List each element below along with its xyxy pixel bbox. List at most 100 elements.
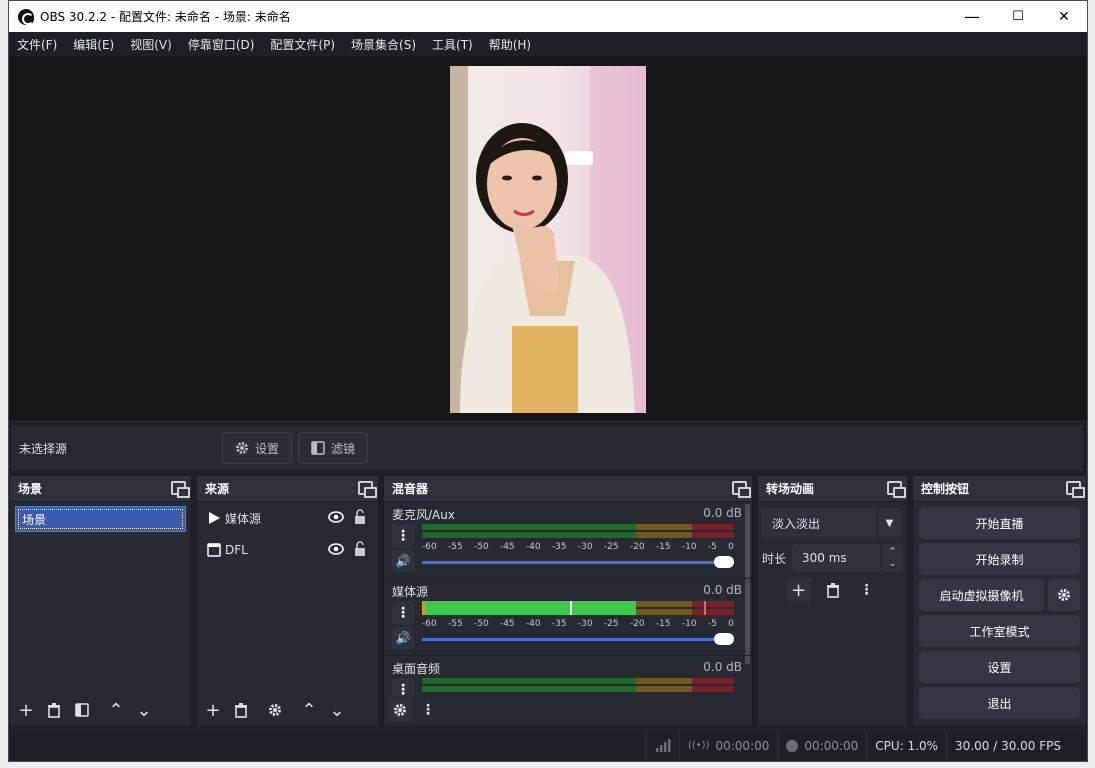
speaker-icon[interactable]: 🔊 [392,627,414,649]
transitions-title: 转场动画 [766,482,815,496]
menu-view[interactable]: 视图(V) [130,36,172,53]
menu-scene-collection[interactable]: 场景集合(S) [351,36,416,53]
add-source-icon[interactable]: + [201,698,225,722]
channel-menu-kebab-icon[interactable]: ⋮ [392,524,414,548]
visibility-eye-icon[interactable] [328,543,344,555]
meter-yellow-zone [635,609,692,615]
move-up-icon[interactable]: ⌃ [297,698,321,722]
menu-help[interactable]: 帮助(H) [489,36,531,53]
menu-docks[interactable]: 停靠窗口(D) [188,36,255,53]
menu-profile[interactable]: 配置文件(P) [270,36,335,53]
source-filters-button[interactable]: 滤镜 [298,432,369,464]
settings-button[interactable]: 设置 [919,651,1080,683]
visibility-eye-icon[interactable] [328,511,344,523]
meter-tick-label: -35 [551,542,567,552]
minimize-button[interactable]: — [949,1,995,32]
start-streaming-button[interactable]: 开始直播 [919,507,1080,539]
volume-meter [422,524,734,538]
channel-menu-kebab-icon[interactable]: ⋮ [392,601,414,625]
virtual-camera-gear-icon[interactable] [1048,579,1080,611]
meter-tick-label: -60 [422,542,437,552]
source-filters-label: 滤镜 [331,441,356,456]
add-transition-icon[interactable]: + [786,578,811,602]
undock-icon[interactable] [887,481,906,498]
source-name: 媒体源 [225,511,262,526]
trash-icon[interactable] [42,698,66,722]
meter-tick-label: -30 [577,542,593,552]
studio-mode-button[interactable]: 工作室模式 [919,615,1080,647]
preview-canvas[interactable] [450,66,646,413]
meter-yellow-zone [635,601,692,607]
meter-tick-label: -35 [551,619,567,629]
undock-icon[interactable] [1066,481,1085,498]
duration-spinbox[interactable]: 300 ms ⌃ ⌄ [792,544,903,572]
transition-selected-label: 淡入淡出 [772,516,821,531]
meter-yellow-zone [635,524,692,530]
channel-db: 0.0 dB [703,660,742,674]
undock-icon[interactable] [732,481,751,498]
source-toolbar: 未选择源 设置 滤镜 [11,426,1083,470]
lock-icon[interactable] [354,541,366,557]
broadcast-icon: ((•)) [687,740,710,751]
channel-name: 麦克风/Aux [392,508,455,522]
meter-tick-label: -15 [655,542,671,552]
maximize-button[interactable]: ☐ [995,1,1041,32]
scene-filter-icon[interactable] [70,698,94,722]
recording-status: 00:00:00 [777,729,866,761]
channel-menu-kebab-icon[interactable]: ⋮ [392,678,414,696]
scene-transitions-dock: 转场动画 淡入淡出 ▼ 时长 300 ms ⌃ ⌄ + ⋮ [757,475,908,727]
move-down-icon[interactable]: ⌄ [132,698,156,722]
menu-edit[interactable]: 编辑(E) [73,36,114,53]
source-settings-button[interactable]: 设置 [222,432,293,464]
move-down-icon[interactable]: ⌄ [325,698,349,722]
trash-icon[interactable] [821,578,845,602]
volume-meter [422,601,734,615]
volume-slider[interactable] [422,633,734,645]
meter-tick-label: -40 [525,542,541,552]
source-list-item[interactable]: DFL [197,534,378,566]
menu-tools[interactable]: 工具(T) [432,36,473,53]
gear-icon [236,442,248,454]
meter-tick-label: -50 [473,619,489,629]
mixer-menu-kebab-icon[interactable]: ⋮ [416,698,440,722]
channel-name: 桌面音频 [392,662,441,676]
undock-icon[interactable] [358,481,377,498]
meter-tick-label: -30 [577,619,593,629]
speaker-icon[interactable]: 🔊 [392,550,414,572]
exit-button[interactable]: 退出 [919,687,1080,719]
start-recording-button[interactable]: 开始录制 [919,543,1080,575]
transition-menu-kebab-icon[interactable]: ⋮ [855,578,879,602]
trash-icon[interactable] [229,698,253,722]
transition-select[interactable]: 淡入淡出 ▼ [762,508,901,538]
source-properties-gear-icon[interactable] [263,698,287,722]
scene-list-item[interactable]: 场景 [15,506,186,532]
fps-readout: 30.00 / 30.00 FPS [946,729,1087,761]
volume-slider-knob[interactable] [714,633,734,645]
meter-tick-label: -50 [473,542,489,552]
meter-red-zone [691,678,734,684]
add-scene-icon[interactable]: + [14,698,38,722]
source-name: DFL [225,543,248,557]
preview-video-frame [450,66,646,413]
close-button[interactable]: ✕ [1041,1,1087,32]
duration-stepper[interactable]: ⌃ ⌄ [881,544,903,572]
volume-slider-knob[interactable] [714,556,734,568]
meter-tick-label: -15 [655,619,671,629]
network-signal-icon [645,729,679,761]
menu-file[interactable]: 文件(F) [17,36,57,53]
move-up-icon[interactable]: ⌃ [104,698,128,722]
start-virtual-camera-button[interactable]: 启动虚拟摄像机 [919,579,1044,611]
stepper-down-icon[interactable]: ⌄ [889,558,897,570]
stepper-up-icon[interactable]: ⌃ [889,546,897,558]
filter-icon [311,441,325,455]
window-icon [207,543,221,557]
meter-red-zone [691,601,734,607]
volume-slider[interactable] [422,556,734,568]
channel-name: 媒体源 [392,585,429,599]
mixer-settings-gear-icon[interactable] [388,698,412,722]
source-list-item[interactable]: 媒体源 [197,502,378,534]
mixer-channel-strip: 桌面音频 0.0 dB ⋮ -60-55-50-45-40-35-30-25-2… [384,656,752,696]
lock-icon[interactable] [354,509,366,525]
preview-area[interactable] [9,56,1087,422]
undock-icon[interactable] [171,481,190,498]
